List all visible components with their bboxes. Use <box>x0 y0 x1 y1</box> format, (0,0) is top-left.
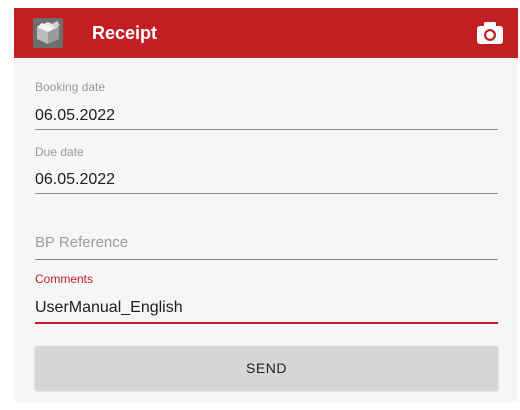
due-date-field[interactable]: Due date 06.05.2022 <box>35 144 498 196</box>
comments-label: Comments <box>35 272 94 286</box>
camera-icon[interactable] <box>476 20 504 46</box>
booking-date-underline <box>35 129 498 130</box>
app-bar: Receipt <box>14 8 518 58</box>
due-date-label: Due date <box>35 145 84 159</box>
bp-reference-placeholder: BP Reference <box>35 234 129 251</box>
booking-date-value: 06.05.2022 <box>35 107 116 124</box>
comments-field[interactable]: Comments UserManual_English <box>35 270 498 326</box>
comments-underline <box>35 322 498 324</box>
booking-date-field[interactable]: Booking date 06.05.2022 <box>35 78 498 132</box>
box-logo-icon <box>33 18 63 48</box>
due-date-underline <box>35 193 498 194</box>
app-title: Receipt <box>92 23 158 43</box>
send-button[interactable]: SEND <box>35 346 498 390</box>
due-date-value: 06.05.2022 <box>35 171 116 188</box>
receipt-screen: Receipt Booking date 06.05.2022 Due date… <box>14 8 518 402</box>
booking-date-label: Booking date <box>35 80 106 94</box>
bp-reference-field[interactable]: BP Reference <box>35 230 498 262</box>
comments-value: UserManual_English <box>35 299 183 316</box>
bp-reference-underline <box>35 259 498 260</box>
